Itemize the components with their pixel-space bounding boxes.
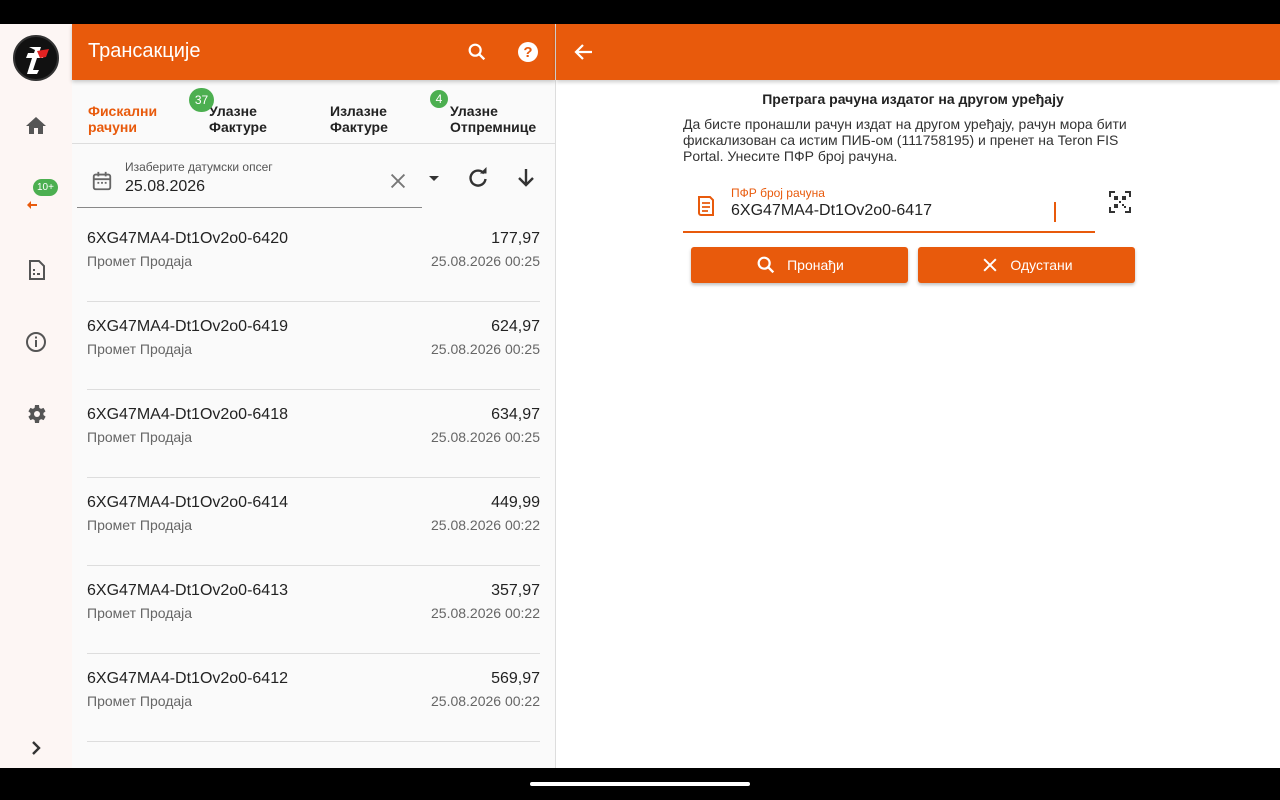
detail-app-bar: [556, 24, 1280, 80]
find-button[interactable]: Пронађи: [691, 247, 908, 283]
transaction-amount: 357,97: [491, 582, 540, 599]
search-icon: [757, 256, 775, 274]
list-item[interactable]: 6XG47MA4-Dt1Ov2o0-6418 Промет Продаја 63…: [87, 390, 540, 478]
tab-incoming-dispatch-notes[interactable]: Улазне Отпремнице: [450, 103, 536, 135]
expand-rail-icon[interactable]: [24, 736, 48, 765]
incoming-invoices-badge: 37: [189, 88, 214, 112]
info-icon[interactable]: [16, 322, 56, 362]
tab-label-line: Отпремнице: [450, 119, 537, 135]
tab-label-line: Улазне: [450, 103, 498, 119]
search-other-device-panel: Претрага рачуна издатог на другом уређај…: [556, 24, 1280, 768]
tab-fiscal-receipts[interactable]: Фискални рачуни: [88, 103, 157, 135]
transaction-type: Промет Продаја: [87, 693, 193, 709]
dropdown-arrow-icon[interactable]: [422, 166, 446, 190]
calendar-icon: [91, 170, 113, 197]
transaction-date: 25.08.2026 00:25: [431, 429, 540, 445]
receipt-number: 6XG47MA4-Dt1Ov2o0-6420: [87, 230, 288, 247]
cancel-button[interactable]: Одустани: [918, 247, 1135, 283]
tab-label-line: Фактуре: [209, 119, 267, 135]
pfr-number-input[interactable]: [731, 202, 1071, 220]
receipt-number: 6XG47MA4-Dt1Ov2o0-6419: [87, 318, 288, 335]
gesture-handle[interactable]: [530, 782, 750, 786]
transaction-type: Промет Продаја: [87, 429, 193, 445]
receipt-number: 6XG47MA4-Dt1Ov2o0-6418: [87, 406, 288, 423]
refresh-icon[interactable]: [466, 166, 490, 190]
transaction-amount: 177,97: [491, 230, 540, 247]
status-bar: [0, 0, 1280, 24]
back-arrow-icon[interactable]: [572, 40, 596, 64]
transaction-date: 25.08.2026 00:25: [431, 341, 540, 357]
transaction-amount: 569,97: [491, 670, 540, 687]
text-cursor: [1054, 202, 1056, 222]
app-logo: [13, 35, 59, 81]
date-range-label: Изаберите датумски опсег: [125, 160, 273, 174]
transaction-date: 25.08.2026 00:22: [431, 517, 540, 533]
cancel-button-label: Одустани: [1010, 257, 1073, 273]
close-icon: [983, 258, 997, 272]
transactions-list: 6XG47MA4-Dt1Ov2o0-6420 Промет Продаја 17…: [87, 214, 540, 742]
date-range-field[interactable]: Изаберите датумски опсег 25.08.2026: [77, 156, 422, 208]
page-title: Трансакције: [88, 40, 201, 62]
transactions-panel: Трансакције ? Фискални рачуни Улазне Фак…: [72, 24, 555, 768]
transactions-badge: 10+: [33, 179, 58, 196]
find-button-label: Пронађи: [787, 257, 844, 273]
system-nav-bar: [0, 768, 1280, 800]
receipt-number: 6XG47MA4-Dt1Ov2o0-6413: [87, 582, 288, 599]
search-icon[interactable]: [463, 38, 491, 66]
receipt-number: 6XG47MA4-Dt1Ov2o0-6414: [87, 494, 288, 511]
transaction-amount: 449,99: [491, 494, 540, 511]
date-toolbar: Изаберите датумски опсег 25.08.2026: [72, 144, 555, 212]
list-item[interactable]: 6XG47MA4-Dt1Ov2o0-6412 Промет Продаја 56…: [87, 654, 540, 742]
dispatch-notes-badge: 4: [430, 90, 448, 108]
transaction-date: 25.08.2026 00:22: [431, 605, 540, 621]
clear-icon[interactable]: [387, 170, 409, 197]
list-item[interactable]: 6XG47MA4-Dt1Ov2o0-6420 Промет Продаја 17…: [87, 214, 540, 302]
date-range-value: 25.08.2026: [125, 178, 206, 195]
transaction-tabs: Фискални рачуни Улазне Фактуре 37 Излазн…: [72, 80, 555, 144]
list-item[interactable]: 6XG47MA4-Dt1Ov2o0-6414 Промет Продаја 44…: [87, 478, 540, 566]
tab-outgoing-invoices[interactable]: Излазне Фактуре: [330, 103, 388, 135]
documents-icon[interactable]: [16, 250, 56, 290]
transaction-type: Промет Продаја: [87, 605, 193, 621]
tab-incoming-invoices[interactable]: Улазне Фактуре: [209, 103, 267, 135]
home-icon[interactable]: [16, 106, 56, 146]
pfr-number-field[interactable]: ПФР број рачуна: [683, 182, 1095, 233]
tab-label-line: Фискални: [88, 103, 158, 119]
tab-label-line: Фактуре: [330, 119, 388, 135]
settings-icon[interactable]: [16, 394, 56, 434]
transaction-type: Промет Продаја: [87, 341, 193, 357]
list-item[interactable]: 6XG47MA4-Dt1Ov2o0-6413 Промет Продаја 35…: [87, 566, 540, 654]
tab-label-line: рачуни: [88, 119, 137, 135]
receipt-number: 6XG47MA4-Dt1Ov2o0-6412: [87, 670, 288, 687]
transaction-date: 25.08.2026 00:25: [431, 253, 540, 269]
pfr-number-label: ПФР број рачуна: [731, 186, 825, 200]
tab-label-line: Улазне: [209, 103, 257, 119]
transaction-date: 25.08.2026 00:22: [431, 693, 540, 709]
transaction-amount: 634,97: [491, 406, 540, 423]
transaction-type: Промет Продаја: [87, 253, 193, 269]
transaction-amount: 624,97: [491, 318, 540, 335]
qr-scan-icon[interactable]: [1108, 190, 1132, 214]
section-description: Да бисте пронашли рачун издат на другом …: [683, 116, 1127, 164]
receipt-icon: [695, 194, 717, 223]
list-item[interactable]: 6XG47MA4-Dt1Ov2o0-6419 Промет Продаја 62…: [87, 302, 540, 390]
transaction-type: Промет Продаја: [87, 517, 193, 533]
section-title: Претрага рачуна издатог на другом уређај…: [762, 91, 1064, 107]
tab-label-line: Излазне: [330, 103, 387, 119]
navigation-rail: 10+: [0, 24, 72, 768]
svg-text:?: ?: [523, 44, 532, 61]
help-icon[interactable]: ?: [514, 38, 542, 66]
sort-down-icon[interactable]: [514, 166, 538, 190]
transactions-app-bar: Трансакције ?: [72, 24, 555, 80]
